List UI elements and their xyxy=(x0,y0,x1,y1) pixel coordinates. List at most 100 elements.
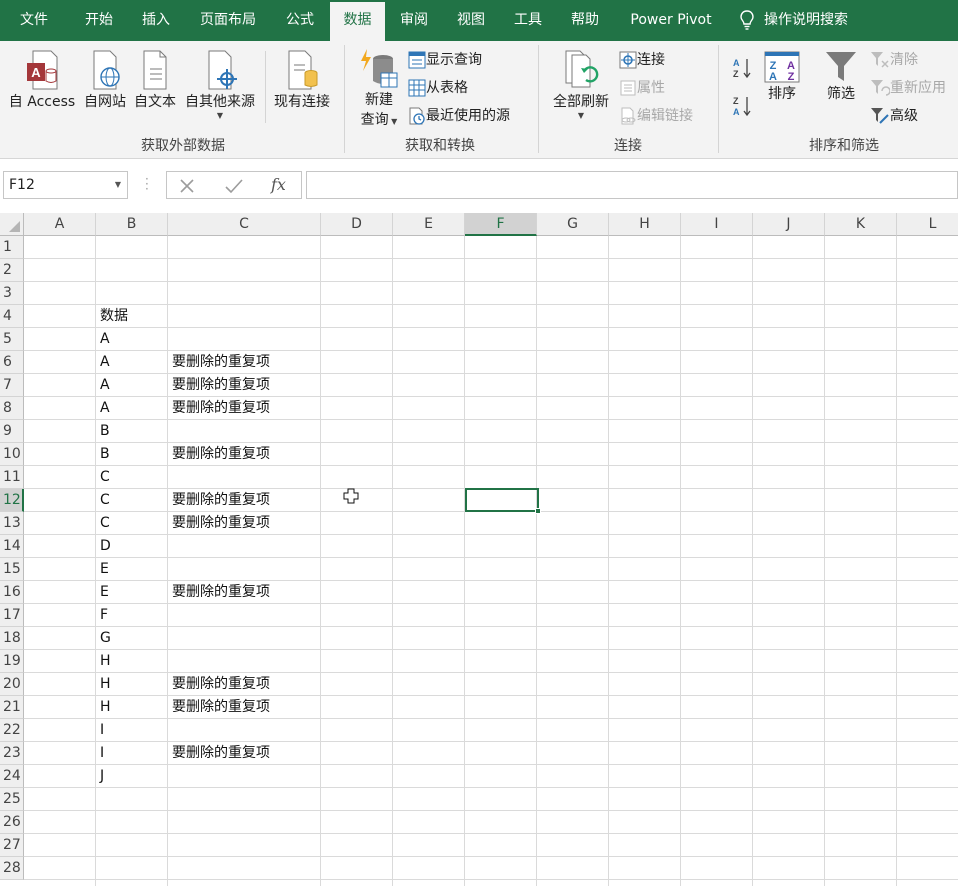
reapply-button[interactable]: 重新应用 xyxy=(870,77,946,97)
tab-formulas[interactable]: 公式 xyxy=(272,0,328,41)
column-header-g[interactable]: G xyxy=(537,213,609,236)
column-header-b[interactable]: B xyxy=(96,213,168,236)
sort-descending-button[interactable]: Z A xyxy=(732,95,754,121)
column-header-f[interactable]: F xyxy=(465,213,537,236)
cell-b19[interactable]: H xyxy=(96,650,111,673)
new-query-button[interactable]: 新建 查询 ▼ xyxy=(356,47,402,129)
row-header-9[interactable]: 9 xyxy=(0,420,24,443)
connections-button[interactable]: 连接 xyxy=(619,49,665,69)
cell-b9[interactable]: B xyxy=(96,420,110,443)
cell-b16[interactable]: E xyxy=(96,581,109,604)
row-header-22[interactable]: 22 xyxy=(0,719,24,742)
cell-c8[interactable]: 要删除的重复项 xyxy=(168,397,270,420)
row-header-11[interactable]: 11 xyxy=(0,466,24,489)
enter-check-icon[interactable] xyxy=(225,178,243,194)
column-header-l[interactable]: L xyxy=(897,213,958,236)
row-header-15[interactable]: 15 xyxy=(0,558,24,581)
tab-tools[interactable]: 工具 xyxy=(500,0,556,41)
fill-handle[interactable] xyxy=(535,508,541,514)
row-header-23[interactable]: 23 xyxy=(0,742,24,765)
column-header-k[interactable]: K xyxy=(825,213,897,236)
row-header-24[interactable]: 24 xyxy=(0,765,24,788)
cell-c13[interactable]: 要删除的重复项 xyxy=(168,512,270,535)
row-header-4[interactable]: 4 xyxy=(0,305,24,328)
cell-c16[interactable]: 要删除的重复项 xyxy=(168,581,270,604)
cell-b17[interactable]: F xyxy=(96,604,108,627)
column-header-j[interactable]: J xyxy=(753,213,825,236)
formula-input[interactable] xyxy=(306,171,958,199)
column-header-h[interactable]: H xyxy=(609,213,681,236)
row-header-8[interactable]: 8 xyxy=(0,397,24,420)
tab-help[interactable]: 帮助 xyxy=(557,0,613,41)
cell-b5[interactable]: A xyxy=(96,328,110,351)
tell-me-search[interactable]: 操作说明搜索 xyxy=(740,0,848,41)
row-header-27[interactable]: 27 xyxy=(0,834,24,857)
cell-b13[interactable]: C xyxy=(96,512,110,535)
tab-page-layout[interactable]: 页面布局 xyxy=(186,0,270,41)
select-all-corner[interactable] xyxy=(0,213,24,236)
from-access-button[interactable]: A 自 Access xyxy=(6,49,78,111)
from-web-button[interactable]: 自网站 xyxy=(80,49,130,111)
row-header-5[interactable]: 5 xyxy=(0,328,24,351)
row-header-1[interactable]: 1 xyxy=(0,236,24,259)
grip-icon[interactable]: · · · xyxy=(145,173,149,195)
row-header-17[interactable]: 17 xyxy=(0,604,24,627)
from-other-sources-button[interactable]: 自其他来源 ▼ xyxy=(180,49,260,120)
worksheet-grid[interactable]: ABCDEFGHIJKL 1 2 3 4 5 6 7 8 9 10 11 12 13 14 15 16 17 18… xyxy=(0,213,958,886)
column-header-a[interactable]: A xyxy=(24,213,96,236)
row-header-3[interactable]: 3 xyxy=(0,282,24,305)
row-header-10[interactable]: 10 xyxy=(0,443,24,466)
cell-c12[interactable]: 要删除的重复项 xyxy=(168,489,270,512)
cell-b7[interactable]: A xyxy=(96,374,110,397)
tab-data[interactable]: 数据 xyxy=(330,2,385,41)
cell-c10[interactable]: 要删除的重复项 xyxy=(168,443,270,466)
row-header-26[interactable]: 26 xyxy=(0,811,24,834)
cell-c23[interactable]: 要删除的重复项 xyxy=(168,742,270,765)
chevron-down-icon[interactable]: ▼ xyxy=(115,172,121,198)
row-header-13[interactable]: 13 xyxy=(0,512,24,535)
clear-filter-button[interactable]: 清除 xyxy=(870,49,918,69)
insert-function-icon[interactable]: fx xyxy=(271,175,286,194)
name-box[interactable]: F12 ▼ xyxy=(3,171,128,199)
column-header-e[interactable]: E xyxy=(393,213,465,236)
cell-b15[interactable]: E xyxy=(96,558,109,581)
row-header-21[interactable]: 21 xyxy=(0,696,24,719)
row-header-14[interactable]: 14 xyxy=(0,535,24,558)
cell-b23[interactable]: I xyxy=(96,742,104,765)
cell-b12[interactable]: C xyxy=(96,489,110,512)
tab-power-pivot[interactable]: Power Pivot xyxy=(616,0,726,41)
advanced-filter-button[interactable]: 高级 xyxy=(870,105,918,125)
row-header-6[interactable]: 6 xyxy=(0,351,24,374)
cell-b22[interactable]: I xyxy=(96,719,104,742)
tab-insert[interactable]: 插入 xyxy=(128,0,184,41)
refresh-all-button[interactable]: 全部刷新 ▼ xyxy=(548,49,614,120)
row-header-28[interactable]: 28 xyxy=(0,857,24,880)
cell-b24[interactable]: J xyxy=(96,765,104,788)
column-header-d[interactable]: D xyxy=(321,213,393,236)
row-header-2[interactable]: 2 xyxy=(0,259,24,282)
row-header-18[interactable]: 18 xyxy=(0,627,24,650)
row-header-20[interactable]: 20 xyxy=(0,673,24,696)
tab-review[interactable]: 审阅 xyxy=(386,0,442,41)
row-header-7[interactable]: 7 xyxy=(0,374,24,397)
cell-b4[interactable]: 数据 xyxy=(96,305,128,328)
cell-b10[interactable]: B xyxy=(96,443,110,466)
cell-c7[interactable]: 要删除的重复项 xyxy=(168,374,270,397)
cancel-icon[interactable] xyxy=(179,178,195,194)
filter-button[interactable]: 筛选 xyxy=(820,49,862,103)
existing-connections-button[interactable]: 现有连接 xyxy=(270,49,334,111)
column-header-c[interactable]: C xyxy=(168,213,321,236)
tab-file[interactable]: 文件 xyxy=(8,0,60,41)
sort-button[interactable]: Z A A Z 排序 xyxy=(762,49,802,103)
sort-ascending-button[interactable]: A Z xyxy=(732,57,754,83)
tab-view[interactable]: 视图 xyxy=(443,0,499,41)
row-header-12[interactable]: 12 xyxy=(0,489,24,512)
cell-b8[interactable]: A xyxy=(96,397,110,420)
cell-b20[interactable]: H xyxy=(96,673,111,696)
column-header-i[interactable]: I xyxy=(681,213,753,236)
show-queries-button[interactable]: 显示查询 xyxy=(408,49,482,69)
cell-c6[interactable]: 要删除的重复项 xyxy=(168,351,270,374)
recent-sources-button[interactable]: 最近使用的源 xyxy=(408,105,510,125)
cell-b11[interactable]: C xyxy=(96,466,110,489)
cell-b6[interactable]: A xyxy=(96,351,110,374)
